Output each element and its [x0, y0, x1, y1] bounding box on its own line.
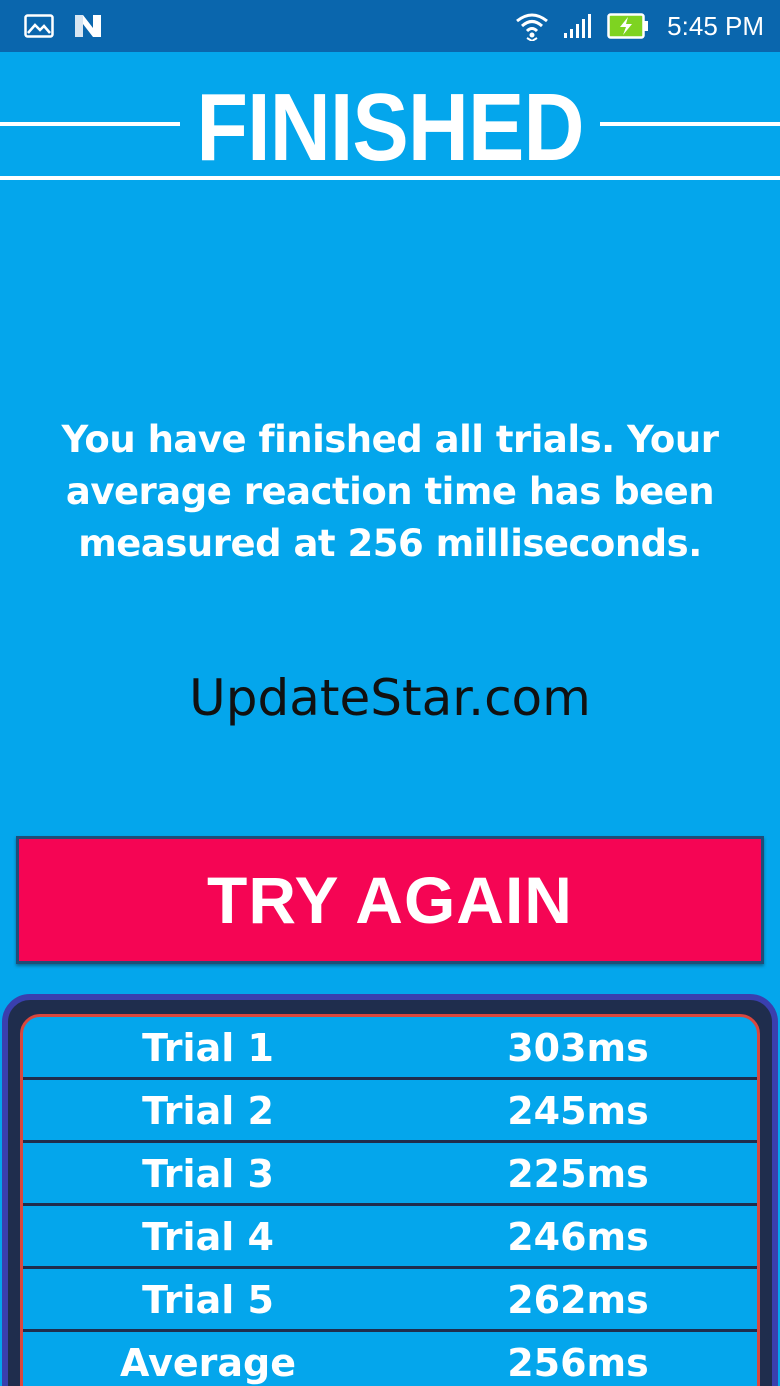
- result-label: Trial 4: [142, 1215, 274, 1259]
- status-bar: 5:45 PM: [0, 0, 780, 52]
- result-row-trial-5: Trial 5 262ms: [23, 1269, 757, 1332]
- result-label: Trial 2: [142, 1089, 274, 1133]
- result-label: Trial 3: [142, 1152, 274, 1196]
- result-row-trial-1: Trial 1 303ms: [23, 1017, 757, 1080]
- title-banner: FINISHED: [0, 74, 780, 181]
- results-table: Trial 1 303ms Trial 2 245ms Trial 3 225m…: [20, 1014, 760, 1386]
- status-time: 5:45 PM: [667, 10, 764, 41]
- status-left: [24, 12, 104, 40]
- wifi-icon: [515, 11, 549, 41]
- watermark-text: UpdateStar.com: [189, 669, 591, 727]
- result-value: 246ms: [507, 1215, 649, 1259]
- result-value: 245ms: [507, 1089, 649, 1133]
- result-row-trial-3: Trial 3 225ms: [23, 1143, 757, 1206]
- result-value: 225ms: [507, 1152, 649, 1196]
- page-title: FINISHED: [196, 74, 584, 181]
- result-message: You have finished all trials. Your avera…: [61, 418, 719, 565]
- n-app-icon: [72, 12, 104, 40]
- result-label: Trial 1: [142, 1026, 274, 1070]
- status-right: 5:45 PM: [515, 11, 764, 42]
- gallery-icon: [24, 14, 54, 38]
- result-row-average: Average 256ms: [23, 1332, 757, 1386]
- result-value: 262ms: [507, 1278, 649, 1322]
- result-row-trial-2: Trial 2 245ms: [23, 1080, 757, 1143]
- signal-icon: [563, 13, 593, 39]
- battery-charging-icon: [607, 13, 649, 39]
- result-value: 256ms: [507, 1341, 649, 1385]
- result-value: 303ms: [507, 1026, 649, 1070]
- try-again-button[interactable]: TRY AGAIN: [16, 836, 764, 964]
- result-label: Average: [120, 1341, 296, 1385]
- result-row-trial-4: Trial 4 246ms: [23, 1206, 757, 1269]
- result-label: Trial 5: [142, 1278, 274, 1322]
